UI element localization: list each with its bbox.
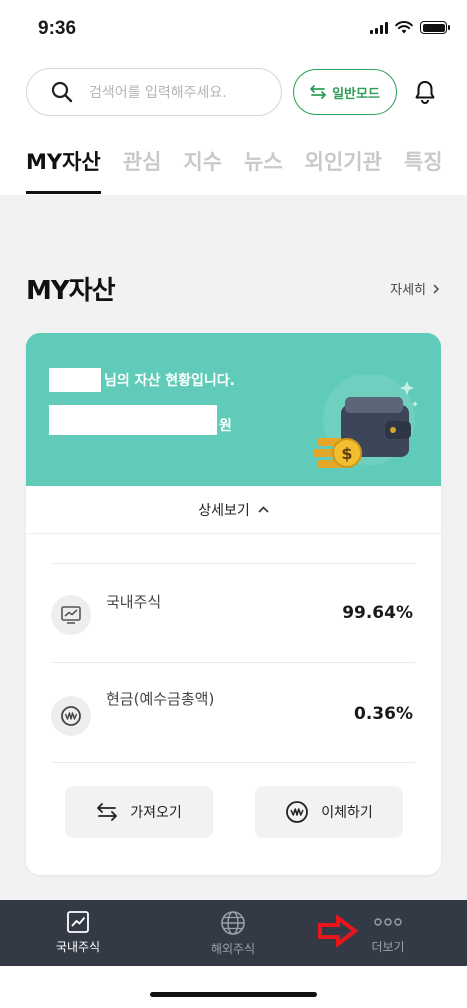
search-input[interactable]: 검색어를 입력해주세요. <box>89 82 227 102</box>
chart-icon <box>67 911 89 933</box>
transfer-button-label: 이체하기 <box>321 805 373 821</box>
swap-arrows-icon <box>97 803 118 821</box>
asset-row-value: 0.36% <box>354 704 413 724</box>
search-bar[interactable]: 검색어를 입력해주세요. <box>26 68 282 116</box>
detail-toggle-label: 상세보기 <box>198 502 250 519</box>
home-indicator[interactable] <box>150 992 317 997</box>
status-bar: 9:36 <box>0 0 467 58</box>
section-title: MY자산 <box>26 276 116 306</box>
mode-toggle-label: 일반모드 <box>332 86 380 102</box>
nav-label: 국내주식 <box>55 940 101 954</box>
chevron-right-icon <box>433 283 439 294</box>
wifi-icon <box>395 21 413 34</box>
asset-summary-header: 님의 자산 현황입니다. 원 $ <box>26 333 441 486</box>
redacted-amount <box>49 405 217 435</box>
tab-featured[interactable]: 특징 <box>404 128 443 195</box>
detail-link[interactable]: 자세히 <box>390 279 439 298</box>
search-icon <box>51 81 73 103</box>
asset-row-value: 99.64% <box>342 603 413 623</box>
tab-bar: MY자산 관심 지수 뉴스 외인기관 특징 <box>0 128 467 195</box>
asset-card: 님의 자산 현황입니다. 원 $ 상세보기 국내주식 99.64% 현금(예수금… <box>26 333 441 875</box>
redacted-name <box>49 368 101 392</box>
asset-row-label: 현금(예수금총액) <box>106 690 215 708</box>
asset-row-domestic-stock[interactable]: 국내주식 99.64% <box>26 563 441 663</box>
header: 검색어를 입력해주세요. 일반모드 <box>0 58 467 128</box>
asset-row-label: 국내주식 <box>106 593 162 611</box>
tab-news[interactable]: 뉴스 <box>244 128 283 195</box>
nav-domestic-stock[interactable]: 국내주식 <box>28 900 128 966</box>
nav-label: 더보기 <box>371 940 405 954</box>
won-coin-icon <box>51 696 91 736</box>
tab-foreign-institution[interactable]: 외인기관 <box>305 128 382 195</box>
transfer-button[interactable]: 이체하기 <box>255 786 403 838</box>
mode-toggle-button[interactable]: 일반모드 <box>293 69 397 115</box>
won-coin-icon <box>286 801 309 823</box>
nav-overseas-stock[interactable]: 해외주식 <box>183 900 283 966</box>
status-time: 9:36 <box>38 18 77 39</box>
currency-unit: 원 <box>219 418 232 434</box>
signal-icon <box>370 21 388 34</box>
bell-icon[interactable] <box>414 80 436 104</box>
detail-link-label: 자세히 <box>390 283 426 298</box>
home-indicator-area <box>0 966 467 1008</box>
tab-my-assets[interactable]: MY자산 <box>26 128 101 195</box>
more-dots-icon <box>374 918 402 926</box>
nav-label: 해외주식 <box>210 942 256 956</box>
tab-index[interactable]: 지수 <box>183 128 222 195</box>
chart-icon <box>51 595 91 635</box>
import-button[interactable]: 가져오기 <box>65 786 213 838</box>
swap-arrows-icon <box>310 85 326 99</box>
import-button-label: 가져오기 <box>130 805 182 821</box>
owner-greeting: 님의 자산 현황입니다. <box>104 373 235 389</box>
globe-icon <box>221 911 245 935</box>
battery-icon <box>420 21 450 34</box>
arrow-right-icon <box>318 915 358 947</box>
asset-row-cash[interactable]: 현금(예수금총액) 0.36% <box>26 662 441 762</box>
bottom-nav: 국내주식 해외주식 더보기 <box>0 900 467 966</box>
divider <box>52 762 415 763</box>
wallet-icon: $ <box>313 375 418 468</box>
chevron-up-icon <box>258 506 269 513</box>
svg-text:$: $ <box>341 444 352 463</box>
detail-toggle[interactable]: 상세보기 <box>26 486 441 534</box>
status-icons <box>370 21 450 34</box>
tab-watchlist[interactable]: 관심 <box>123 128 162 195</box>
